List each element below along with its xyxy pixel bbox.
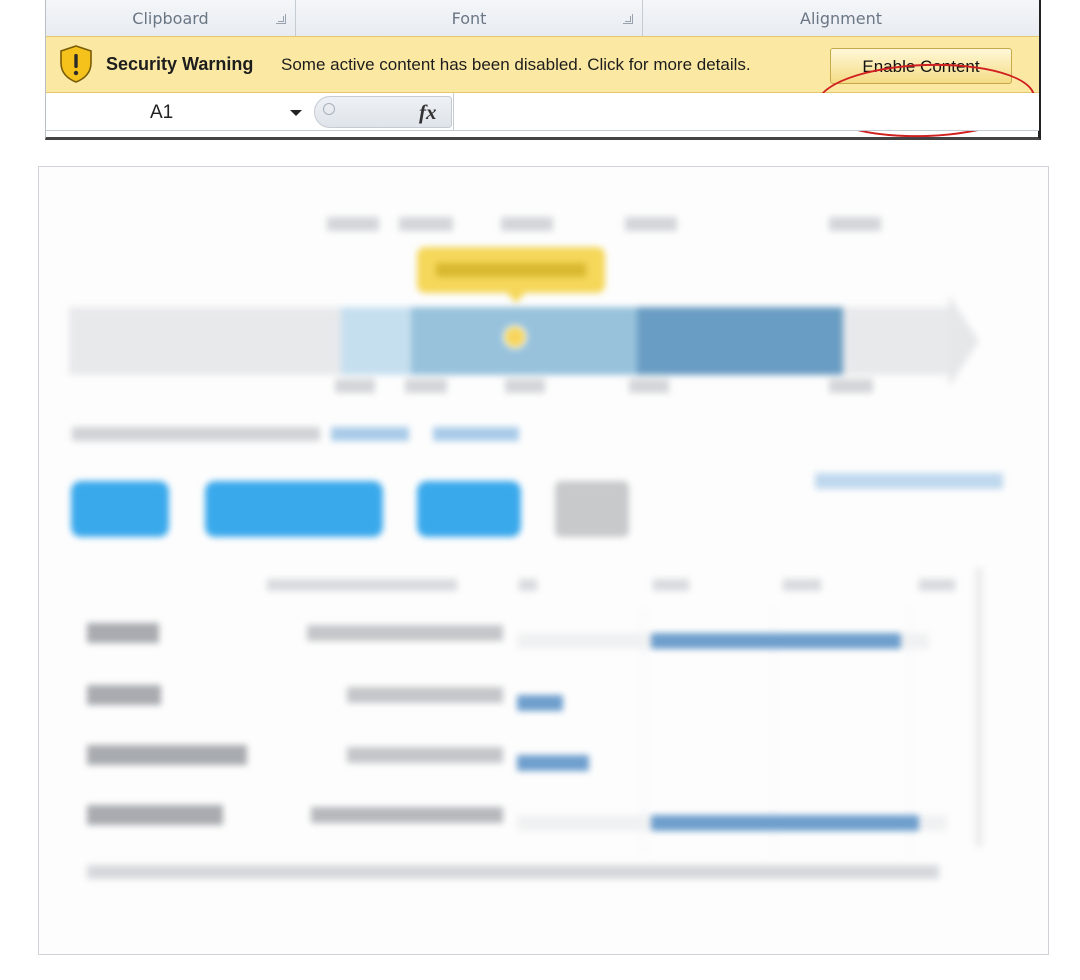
range-bar (651, 815, 919, 831)
scale-tick-top (327, 217, 379, 231)
ribbon-group-label: Alignment (800, 9, 882, 28)
ribbon-group-clipboard: Clipboard (46, 0, 296, 36)
range-bar (651, 633, 901, 649)
share-link[interactable] (433, 427, 519, 441)
security-message-bar[interactable]: Security Warning Some active content has… (46, 36, 1039, 141)
row-label (87, 623, 159, 643)
blurred-report-panel (38, 166, 1049, 955)
median-marker (503, 325, 527, 349)
column-header (783, 579, 821, 591)
column-header (267, 579, 457, 591)
row-range (307, 625, 503, 641)
excel-window-strip: Clipboard Font Alignment Security Warnin… (45, 0, 1041, 141)
blurred-content (39, 167, 1048, 954)
security-warning-message[interactable]: Some active content has been disabled. C… (281, 55, 751, 75)
pay-breakdown-table (39, 567, 1048, 897)
formula-input[interactable] (453, 93, 1040, 130)
range-bar (517, 755, 589, 771)
action-button[interactable] (205, 481, 383, 537)
dialog-launcher-icon[interactable] (623, 14, 633, 24)
share-text (72, 427, 320, 441)
ribbon-group-labels: Clipboard Font Alignment (46, 0, 1039, 37)
row-range (347, 747, 503, 763)
share-link[interactable] (331, 427, 409, 441)
name-box[interactable]: A1 (46, 93, 308, 130)
row-label (87, 745, 247, 765)
scale-tick-bottom (405, 379, 447, 393)
security-warning-title: Security Warning (106, 54, 254, 74)
footnote (87, 865, 939, 879)
arrow-head-icon (949, 295, 979, 387)
median-callout (417, 247, 605, 303)
formula-controls: fx (314, 96, 452, 128)
column-header (519, 579, 537, 591)
ribbon-group-label: Font (451, 9, 487, 28)
row-label (87, 685, 161, 705)
row-range (347, 687, 503, 703)
scale-tick-top (501, 217, 553, 231)
range-segment (341, 307, 411, 375)
scale-tick-bottom (829, 379, 873, 393)
show-hourly-link[interactable] (815, 473, 1003, 489)
ribbon-group-label: Clipboard (132, 9, 209, 28)
column-header (919, 579, 955, 591)
scrollbar[interactable] (975, 567, 983, 847)
scale-tick-top (625, 217, 677, 231)
scale-tick-top (399, 217, 453, 231)
range-bar (517, 695, 563, 711)
scale-tick-bottom (335, 379, 375, 393)
formula-bar: A1 fx (46, 93, 1039, 131)
dialog-launcher-icon[interactable] (276, 14, 286, 24)
action-button[interactable] (417, 481, 521, 537)
secondary-button[interactable] (555, 481, 629, 537)
row-label (87, 805, 223, 825)
scale-tick-bottom (629, 379, 669, 393)
name-box-value: A1 (150, 102, 174, 123)
scale-tick-bottom (505, 379, 545, 393)
range-segment (637, 307, 843, 375)
column-header (653, 579, 689, 591)
shield-warning-icon (60, 45, 92, 83)
row-range (311, 807, 503, 823)
scale-tick-top (829, 217, 881, 231)
ribbon-group-alignment: Alignment (643, 0, 1039, 36)
action-button[interactable] (71, 481, 169, 537)
chevron-down-icon[interactable] (290, 110, 302, 116)
insert-function-icon[interactable]: fx (419, 100, 437, 125)
ribbon-group-font: Font (296, 0, 643, 36)
resize-handle-icon[interactable] (323, 103, 335, 115)
